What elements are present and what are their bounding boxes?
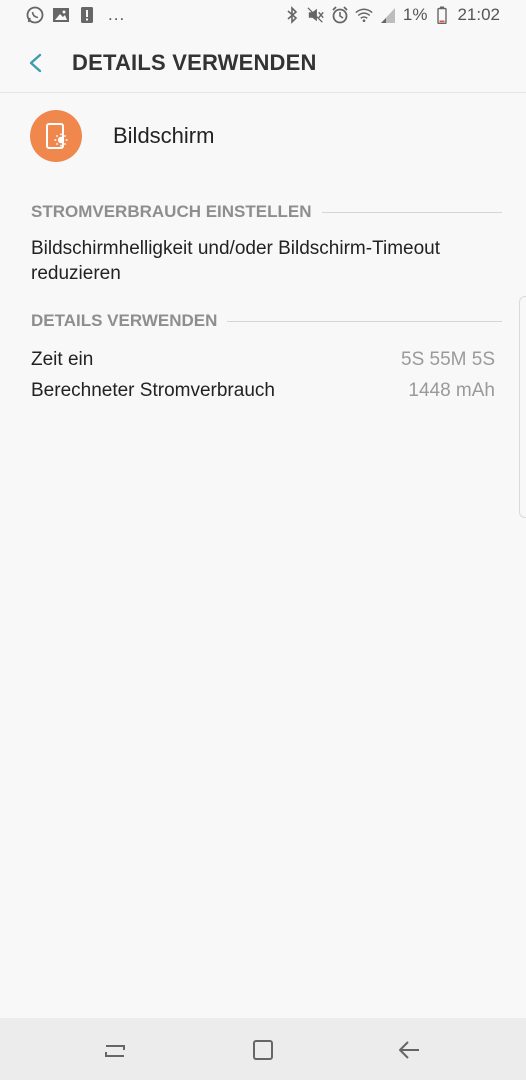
home-icon [253,1040,273,1060]
detail-row-power-usage: Berechneter Stromverbrauch 1448 mAh [31,380,495,402]
back-button[interactable] [22,49,50,77]
status-overflow: ... [108,5,126,24]
detail-key: Zeit ein [31,349,94,370]
section-label: DETAILS VERWENDEN [31,311,218,330]
detail-row-time-on: Zeit ein 5S 55M 5S [31,349,495,371]
home-button[interactable] [248,1035,278,1065]
wifi-icon [355,5,373,25]
detail-value: 5S 55M 5S [401,349,495,370]
status-bar-right: 1% 21:02 [283,5,500,25]
power-tip-item[interactable]: Bildschirmhelligkeit und/oder Bildschirm… [31,236,471,286]
section-divider [321,211,502,213]
app-header: DETAILS VERWENDEN [0,34,526,92]
status-bar-left: ... [26,5,125,25]
screen-brightness-icon [30,110,82,162]
detail-value: 1448 mAh [408,380,495,401]
bluetooth-icon [283,5,301,25]
clock: 21:02 [457,5,500,24]
section-header-details: DETAILS VERWENDEN [31,311,502,331]
alert-icon [78,5,96,25]
battery-icon [433,5,451,25]
header-divider [0,92,526,93]
signal-icon [379,5,397,25]
section-label: STROMVERBRAUCH EINSTELLEN [31,202,312,221]
app-name: Bildschirm [113,123,215,148]
recent-apps-icon [105,1045,125,1057]
section-header-power: STROMVERBRAUCH EINSTELLEN [31,202,502,222]
battery-percent: 1% [402,5,428,24]
detail-key: Berechneter Stromverbrauch [31,380,275,401]
edge-panel-handle[interactable] [519,296,526,518]
chevron-left-icon [29,53,42,73]
nav-back-button[interactable] [395,1035,425,1065]
section-divider [227,320,502,322]
mute-icon [307,5,325,25]
navigation-bar [0,1018,526,1080]
arrow-back-icon [399,1041,419,1059]
status-bar: ... 1% 21:02 [0,0,526,34]
alarm-icon [331,5,349,25]
page-title: DETAILS VERWENDEN [72,50,317,75]
whatsapp-icon [26,5,44,25]
app-info-row: Bildschirm [30,108,214,164]
recent-apps-button[interactable] [100,1035,130,1065]
image-icon [52,5,70,25]
